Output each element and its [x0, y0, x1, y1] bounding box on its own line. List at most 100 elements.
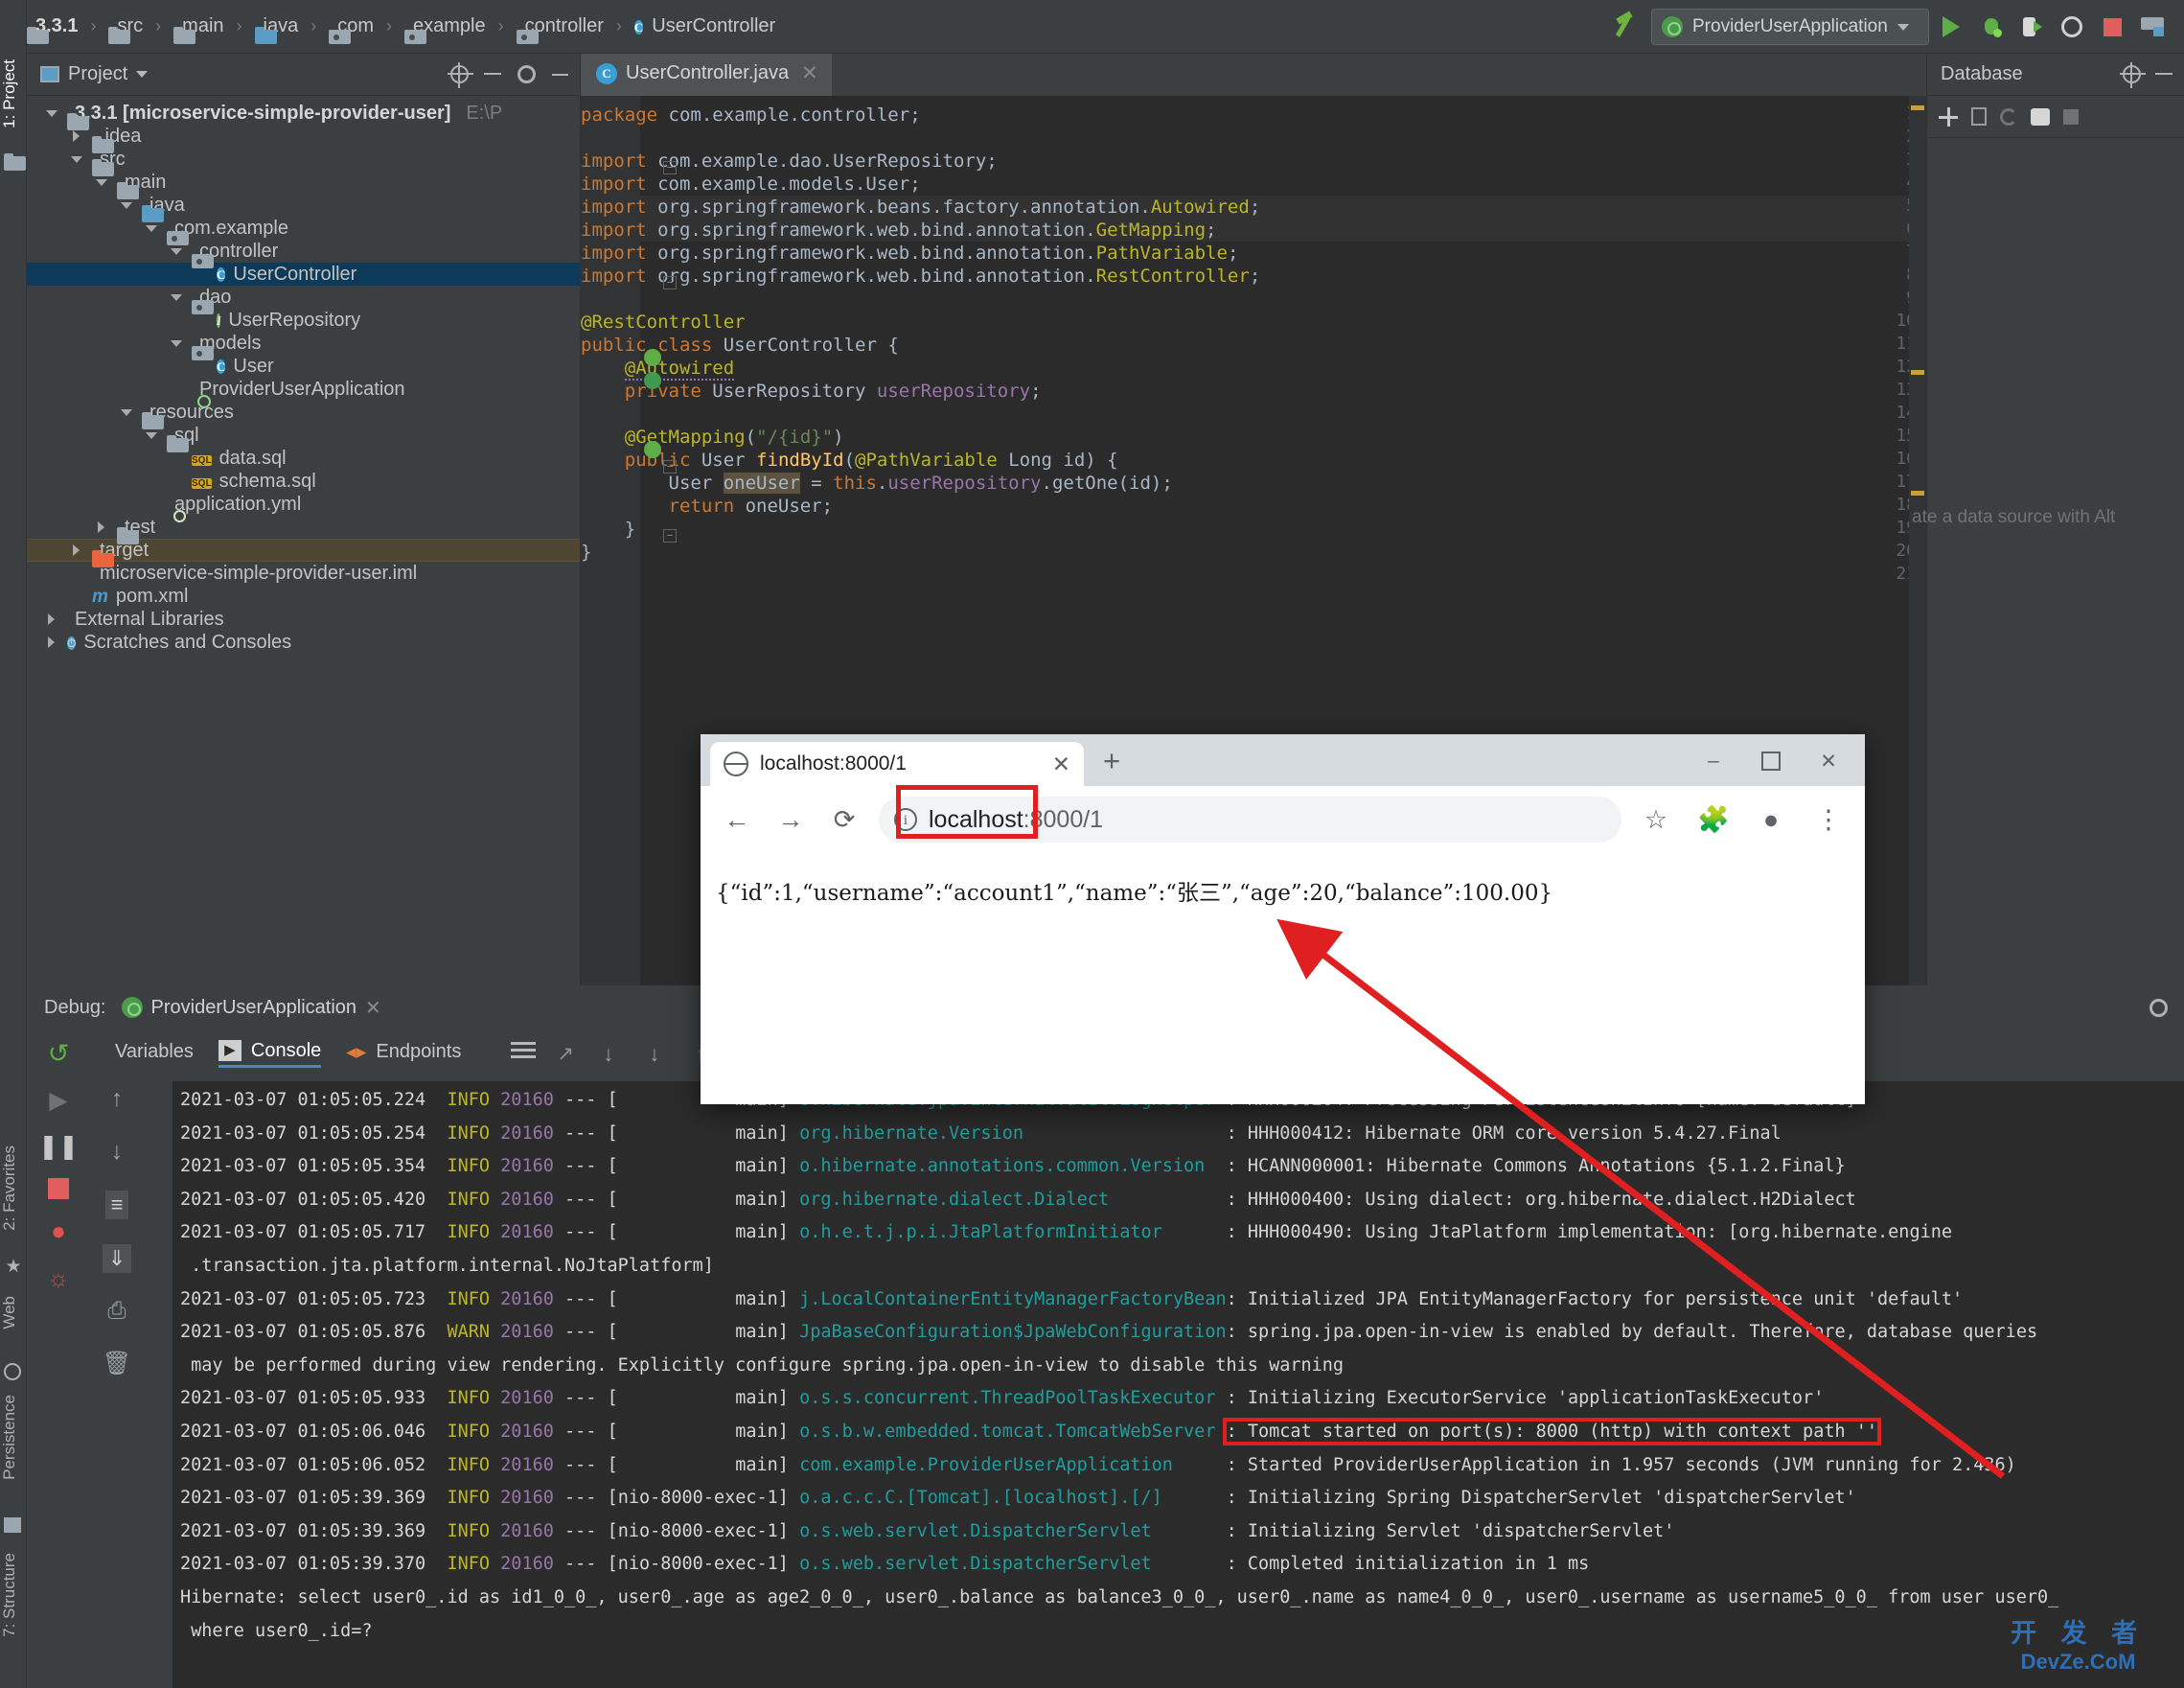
- chevron-down-icon[interactable]: [119, 405, 134, 420]
- tree-node-external[interactable]: External Libraries: [27, 608, 580, 631]
- collapse-all-icon[interactable]: [2151, 62, 2176, 87]
- forward-icon[interactable]: →: [764, 793, 817, 846]
- chevron-right-icon[interactable]: [69, 543, 84, 558]
- tree-node-provideruserapplication[interactable]: ProviderUserApplication: [27, 378, 580, 401]
- close-window-button[interactable]: ✕: [1800, 740, 1857, 782]
- debug-icon[interactable]: [1973, 9, 2010, 45]
- trash-icon[interactable]: 🗑: [103, 1350, 131, 1377]
- minimize-icon[interactable]: [547, 62, 572, 87]
- tree-node-user[interactable]: C User: [27, 355, 580, 378]
- sidebar-item-web[interactable]: Web: [0, 1296, 27, 1330]
- browser-tab[interactable]: localhost:8000/1 ✕: [710, 742, 1084, 786]
- rerun-icon[interactable]: ↺: [48, 1039, 70, 1069]
- chevron-down-icon[interactable]: [169, 335, 184, 351]
- chrome-browser-window[interactable]: localhost:8000/1 ✕ + – ✕ ← → ⟳ i localho…: [701, 734, 1865, 1104]
- fold-region-icon[interactable]: −: [663, 529, 677, 543]
- locate-icon[interactable]: [447, 62, 473, 88]
- sidebar-item-structure[interactable]: 7: Structure: [0, 1553, 27, 1637]
- console-output[interactable]: 2021-03-07 01:05:05.224 INFO 20160 --- […: [172, 1081, 2184, 1688]
- tab-usercontroller-java[interactable]: C UserController.java ✕: [581, 54, 832, 96]
- tree-node-scratches[interactable]: ⏱ Scratches and Consoles: [27, 631, 580, 654]
- chevron-down-icon[interactable]: [169, 243, 184, 259]
- reload-icon[interactable]: ⟳: [817, 793, 871, 846]
- soft-wrap-icon[interactable]: [511, 1042, 537, 1065]
- chevron-right-icon[interactable]: [94, 520, 109, 535]
- tree-node-test[interactable]: test: [27, 516, 580, 539]
- locate-icon[interactable]: [2119, 62, 2146, 88]
- breadcrumb-item-controller[interactable]: controller: [517, 15, 604, 37]
- close-icon[interactable]: ✕: [801, 61, 818, 85]
- more-menu-icon[interactable]: ⋮: [1802, 793, 1855, 846]
- debug-session-tab[interactable]: ProviderUserApplication ✕: [121, 996, 381, 1020]
- chevron-down-icon[interactable]: [144, 220, 159, 236]
- bookmark-star-icon[interactable]: ☆: [1629, 793, 1683, 846]
- chevron-down-icon[interactable]: [136, 71, 149, 78]
- chevron-down-icon[interactable]: [94, 174, 109, 190]
- chevron-down-icon[interactable]: [69, 151, 84, 167]
- plus-icon[interactable]: +: [1103, 746, 1120, 775]
- profile-avatar-icon[interactable]: ●: [1744, 793, 1798, 846]
- editor-scrollbar[interactable]: [1909, 96, 1926, 985]
- chevron-down-icon[interactable]: [1897, 23, 1909, 31]
- force-step-into-icon[interactable]: ↓: [649, 1042, 674, 1066]
- tree-node-pom.xml[interactable]: m pom.xml: [27, 585, 580, 608]
- spring-bean-gutter-icon[interactable]: [644, 349, 663, 368]
- chevron-right-icon[interactable]: [44, 612, 59, 627]
- sidebar-item-persistence[interactable]: Persistence: [0, 1395, 27, 1480]
- tree-node-usercontroller[interactable]: C UserController: [27, 263, 580, 286]
- soft-wrap-icon[interactable]: ≡: [104, 1191, 129, 1219]
- extensions-puzzle-icon[interactable]: 🧩: [1687, 793, 1740, 846]
- tab-variables[interactable]: Variables: [115, 1041, 194, 1066]
- coverage-icon[interactable]: [2054, 9, 2090, 45]
- tree-node-sql[interactable]: sql: [27, 424, 580, 447]
- tree-node-resources[interactable]: resources: [27, 401, 580, 424]
- step-over-icon[interactable]: ↗: [557, 1042, 582, 1065]
- warning-marker[interactable]: [1911, 491, 1924, 496]
- tree-node-userrepository[interactable]: I UserRepository: [27, 309, 580, 332]
- tree-node-data.sql[interactable]: SQL data.sql: [27, 447, 580, 470]
- step-into-icon[interactable]: ↓: [603, 1042, 628, 1066]
- breadcrumb-item-src[interactable]: src: [108, 15, 143, 37]
- chevron-right-icon[interactable]: [44, 635, 59, 650]
- sidebar-item-favorites[interactable]: 2: Favorites: [0, 1145, 27, 1231]
- tree-node-models[interactable]: models: [27, 332, 580, 355]
- address-bar[interactable]: i localhost:8000/1: [879, 785, 1621, 843]
- copy-icon[interactable]: [1971, 107, 1987, 126]
- stop-icon[interactable]: [48, 1178, 69, 1199]
- breadcrumb-item-com[interactable]: com: [329, 15, 374, 37]
- gear-icon[interactable]: [514, 62, 539, 87]
- layers-icon[interactable]: [2134, 9, 2171, 45]
- fold-region-icon[interactable]: −: [663, 161, 677, 174]
- tab-console[interactable]: ▶ Console: [218, 1040, 322, 1068]
- print-icon[interactable]: ⎙: [107, 1298, 126, 1325]
- collapse-all-icon[interactable]: [480, 62, 505, 87]
- tree-node-java[interactable]: java: [27, 194, 580, 217]
- breadcrumb-item-3-3-1[interactable]: 3.3.1: [27, 15, 78, 37]
- rerun-icon[interactable]: [2013, 9, 2050, 45]
- chevron-down-icon[interactable]: [169, 289, 184, 305]
- pause-icon[interactable]: ❚❚: [38, 1132, 79, 1161]
- chevron-right-icon[interactable]: [69, 128, 84, 144]
- back-icon[interactable]: ←: [710, 793, 764, 846]
- hammer-icon[interactable]: [1611, 9, 1647, 45]
- sidebar-item-project[interactable]: 1: Project: [0, 59, 27, 128]
- warning-marker[interactable]: [1911, 105, 1924, 110]
- maximize-window-button[interactable]: [1742, 740, 1800, 782]
- down-arrow-icon[interactable]: ↓: [111, 1138, 124, 1166]
- tree-node-.idea[interactable]: .idea: [27, 125, 580, 148]
- tree-node-application.yml[interactable]: application.yml: [27, 493, 580, 516]
- tree-node-controller[interactable]: controller: [27, 240, 580, 263]
- fold-region-icon[interactable]: −: [663, 276, 677, 289]
- stop-icon[interactable]: [2094, 9, 2130, 45]
- close-icon[interactable]: ✕: [1052, 752, 1070, 777]
- view-breakpoints-icon[interactable]: ●: [51, 1216, 66, 1246]
- tab-endpoints[interactable]: ◂▸ Endpoints: [346, 1040, 461, 1067]
- close-icon[interactable]: ✕: [365, 996, 381, 1020]
- chevron-down-icon[interactable]: [144, 428, 159, 443]
- tree-node-schema.sql[interactable]: SQL schema.sql: [27, 470, 580, 493]
- stop-icon[interactable]: [2063, 108, 2079, 125]
- add-data-source-icon[interactable]: [1939, 106, 1958, 127]
- navigate-implementation-gutter-icon[interactable]: [644, 441, 663, 460]
- minimize-window-button[interactable]: –: [1685, 740, 1742, 782]
- breadcrumb-item-java[interactable]: java: [255, 15, 299, 37]
